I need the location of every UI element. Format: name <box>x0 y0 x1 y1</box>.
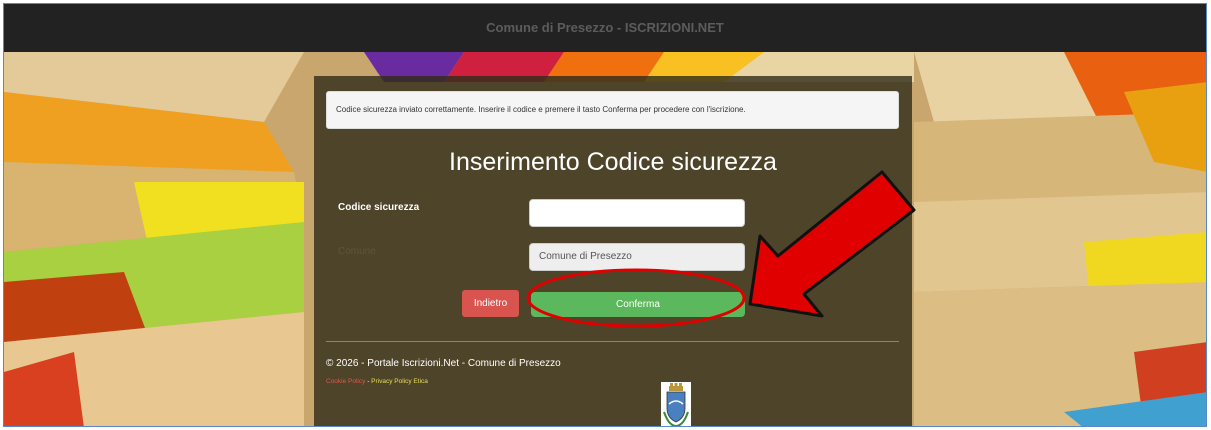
back-button[interactable]: Indietro <box>462 290 519 317</box>
security-code-input[interactable] <box>529 199 745 227</box>
alert-message: Codice sicurezza inviato correttamente. … <box>336 105 746 114</box>
form-panel: Codice sicurezza inviato correttamente. … <box>314 76 912 426</box>
browser-frame: Comune di Presezzo - ISCRIZIONI.NET Codi… <box>3 3 1207 427</box>
page-title: Inserimento Codice sicurezza <box>449 148 777 176</box>
cookie-policy-link[interactable]: Cookie Policy <box>326 378 365 385</box>
privacy-policy-link[interactable]: Privacy Policy Etica <box>371 378 428 385</box>
comune-field: Comune di Presezzo <box>529 243 745 271</box>
success-alert: Codice sicurezza inviato correttamente. … <box>326 91 899 129</box>
navbar-title[interactable]: Comune di Presezzo - ISCRIZIONI.NET <box>486 20 724 35</box>
confirm-button[interactable]: Conferma <box>531 292 745 317</box>
security-code-label: Codice sicurezza <box>338 202 420 213</box>
footer-links: Cookie Policy - Privacy Policy Etica <box>326 378 428 385</box>
comune-label: Comune <box>338 246 376 257</box>
footer-divider <box>326 341 899 342</box>
municipal-crest-icon <box>661 382 691 426</box>
top-navbar: Comune di Presezzo - ISCRIZIONI.NET <box>4 4 1206 52</box>
footer-copyright: © 2026 - Portale Iscrizioni.Net - Comune… <box>326 358 561 369</box>
